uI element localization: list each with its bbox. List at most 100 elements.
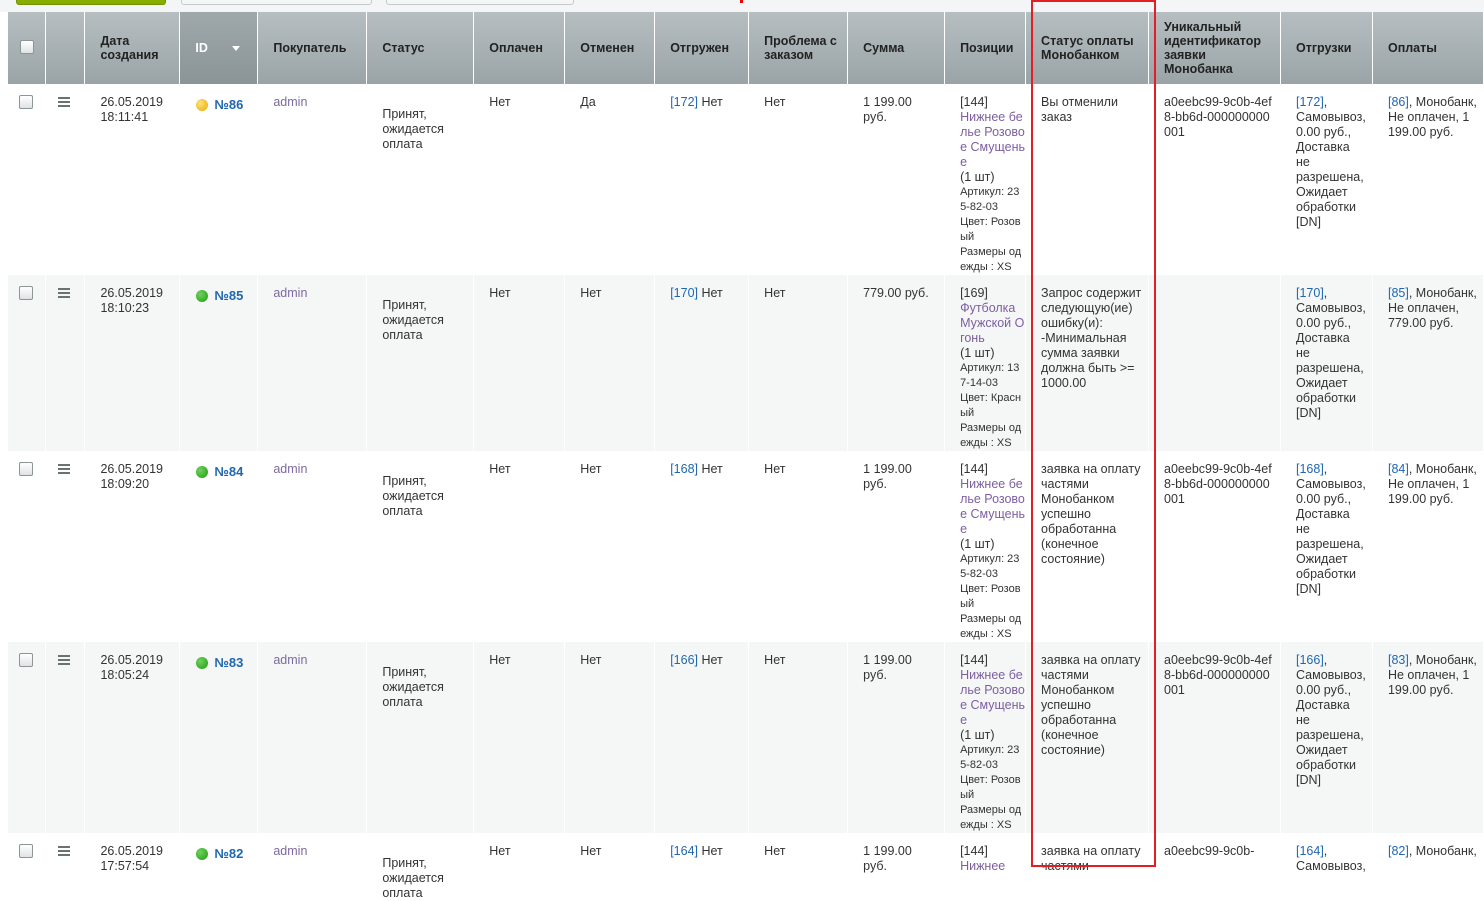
position-product-link[interactable]: Нижнее [960,859,1025,874]
shipment-link[interactable]: [164] [1296,844,1324,858]
payment-link[interactable]: [85] [1388,286,1409,300]
header-shipments[interactable]: Отгрузки [1280,12,1373,84]
header-cancelled[interactable]: Отменен [564,12,656,84]
hamburger-icon[interactable] [58,846,71,858]
header-menu [45,12,86,84]
table-row[interactable]: 26.05.2019 17:57:54 №82 admin Принят, ожи… [8,833,1484,901]
position-color: Цвет: Розовый [960,774,1021,801]
shipment-id-link[interactable]: [166] [670,653,698,667]
position-code: [144] [960,653,988,667]
header-paid[interactable]: Оплачен [473,12,566,84]
order-id-link[interactable]: №83 [214,655,243,670]
shipment-link[interactable]: [166] [1296,653,1324,667]
payment-link[interactable]: [83] [1388,653,1409,667]
shipment-text: , Самовывоз, 0.00 руб., Доставка не разр… [1295,286,1366,420]
order-status: Принят, ожидается оплата [382,665,444,709]
position-color: Цвет: Розовый [960,583,1021,610]
position-code: [144] [960,462,988,476]
buyer-link[interactable]: admin [273,462,307,476]
buyer-link[interactable]: admin [273,844,307,858]
hamburger-icon[interactable] [58,288,71,300]
shipment-id-link[interactable]: [168] [670,462,698,476]
buyer-link[interactable]: admin [273,286,307,300]
row-checkbox[interactable] [19,653,33,667]
mono-status-text: заявка на оплату частями Монобанком успе… [1041,462,1141,566]
buyer-link[interactable]: admin [273,653,307,667]
position-size: Размеры одежды : XS [960,422,1022,449]
problem-value: Нет [764,286,786,300]
header-problem[interactable]: Проблема с заказом [748,12,849,84]
select-all-checkbox[interactable] [20,39,34,54]
mono-status-text: заявка на оплату частями [1041,844,1141,873]
hamburger-icon[interactable] [58,464,71,476]
paid-value: Нет [489,95,511,109]
row-checkbox[interactable] [19,95,33,109]
header-status[interactable]: Статус [366,12,475,84]
order-id-link[interactable]: №84 [214,464,243,479]
problem-value: Нет [764,653,786,667]
position-article: Артикул: 235-82-03 [960,186,1020,213]
position-size: Размеры одежды : XS [960,613,1022,640]
position-qty: (1 шт) [960,346,995,360]
order-status: Принят, ожидается оплата [382,474,444,518]
shipment-id-link[interactable]: [170] [670,286,698,300]
mono-id-text: a0eebc99-9c0b-4ef8-bb6d-000000000001 [1164,95,1272,139]
header-mono-status[interactable]: Статус оплаты Монобанком [1025,12,1150,84]
header-created[interactable]: Дата создания [84,12,181,84]
table-row[interactable]: 26.05.2019 18:05:24 №83 admin Принят, ожи… [8,642,1484,833]
toolbar-button-primary[interactable] [16,0,166,5]
header-positions[interactable]: Позиции [944,12,1027,84]
position-product-link[interactable]: Футболка Мужской Огонь [960,301,1025,346]
toolbar-button-secondary[interactable] [181,0,372,5]
position-qty: (1 шт) [960,170,995,184]
order-sum: 1 199.00 руб. [863,653,912,682]
shipment-link[interactable]: [170] [1296,286,1324,300]
header-select-all[interactable] [8,12,47,84]
mono-id-text: a0eebc99-9c0b-4ef8-bb6d-000000000001 [1164,653,1272,697]
position-size: Размеры одежды : XS [960,804,1022,831]
mono-status-text: Запрос содержит следующую(ие) ошибку(и):… [1041,286,1142,390]
mono-status-text: Вы отменили заказ [1041,95,1118,124]
payment-link[interactable]: [82] [1388,844,1409,858]
header-payments[interactable]: Оплаты [1372,12,1484,84]
shipped-value: Нет [698,653,723,667]
status-dot-icon [196,465,209,478]
order-date: 26.05.2019 [100,844,164,858]
table-row[interactable]: 26.05.2019 18:10:23 №85 admin Принят, ожи… [8,275,1484,451]
table-row[interactable]: 26.05.2019 18:11:41 №86 admin Принят, ожи… [8,84,1484,275]
shipment-link[interactable]: [168] [1296,462,1324,476]
shipment-id-link[interactable]: [164] [670,844,698,858]
order-id-link[interactable]: №82 [214,846,243,861]
row-checkbox[interactable] [19,844,33,858]
header-shipped[interactable]: Отгружен [654,12,750,84]
buyer-link[interactable]: admin [273,95,307,109]
payment-link[interactable]: [86] [1388,95,1409,109]
header-sum[interactable]: Сумма [847,12,946,84]
row-checkbox[interactable] [19,462,33,476]
status-dot-icon [196,289,209,302]
position-product-link[interactable]: Нижнее белье Розовое Смущенье [960,668,1025,728]
table-row[interactable]: 26.05.2019 18:09:20 №84 admin Принят, ожи… [8,451,1484,642]
header-id[interactable]: ID [179,12,259,84]
order-time: 18:05:24 [100,668,150,682]
shipment-link[interactable]: [172] [1296,95,1324,109]
shipment-id-link[interactable]: [172] [670,95,698,109]
row-checkbox[interactable] [19,286,33,300]
header-mono-id[interactable]: Уникальный идентификатор заявки Монобанк… [1148,12,1281,84]
hamburger-icon[interactable] [58,97,71,109]
order-sum: 1 199.00 руб. [863,462,912,491]
payment-text: , Монобанк, [1408,844,1477,858]
order-status: Принят, ожидается оплата [382,298,444,342]
position-product-link[interactable]: Нижнее белье Розовое Смущенье [960,110,1025,170]
order-id-link[interactable]: №86 [214,97,243,112]
toolbar-button-tertiary[interactable] [386,0,574,5]
header-buyer[interactable]: Покупатель [257,12,368,84]
orders-table: Дата создания ID Покупатель Статус Оплач… [8,12,1484,901]
order-sum: 779.00 руб. [863,286,929,300]
payment-link[interactable]: [84] [1388,462,1409,476]
hamburger-icon[interactable] [58,655,71,667]
order-date: 26.05.2019 [100,462,164,476]
position-product-link[interactable]: Нижнее белье Розовое Смущенье [960,477,1025,537]
problem-value: Нет [764,462,786,476]
order-id-link[interactable]: №85 [214,288,243,303]
